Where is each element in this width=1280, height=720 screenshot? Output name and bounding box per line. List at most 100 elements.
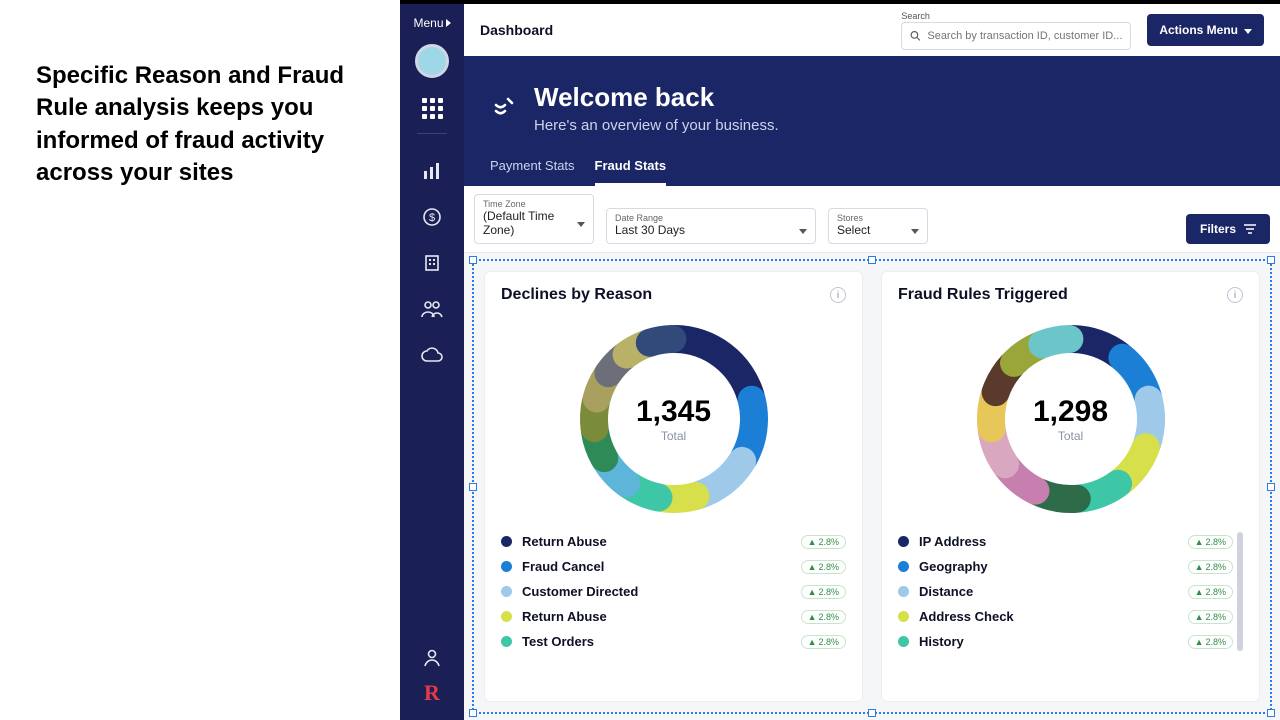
search-icon [910,30,921,42]
tab-payment-stats[interactable]: Payment Stats [490,152,575,186]
selection-handle[interactable] [469,483,477,491]
legend-row: Return Abuse▲2.8% [501,532,846,551]
svg-text:$: $ [429,212,435,224]
cloud-icon[interactable] [421,344,443,366]
actions-menu-label: Actions Menu [1159,23,1238,37]
legend-label: Address Check [919,609,1014,624]
legend-row: Test Orders ▲2.8% [501,632,846,651]
legend-row: Geography▲2.8% [898,557,1233,576]
page-title: Dashboard [480,22,553,38]
filters-button-label: Filters [1200,222,1236,236]
wave-icon [490,93,520,123]
date-range-select[interactable]: Date Range Last 30 Days [606,208,816,244]
stores-value: Select [837,223,870,237]
selection-handle[interactable] [1267,709,1275,717]
delta-badge: ▲2.8% [801,610,846,624]
legend-dot-icon [501,536,512,547]
caption-column: Specific Reason and Fraud Rule analysis … [0,0,400,720]
legend-label: Fraud Cancel [522,559,604,574]
main-area: Dashboard Search Actions Menu [464,4,1280,720]
hero-subtitle: Here's an overview of your business. [534,117,779,134]
donut-chart: 1,298 Total [966,314,1176,524]
avatar[interactable] [415,44,449,78]
delta-badge: ▲2.8% [1188,610,1233,624]
selection-frame: Declines by Reason i 1,345 Total Return … [472,259,1272,714]
card-fraud-rules-triggered: Fraud Rules Triggered i 1,298 Total IP A… [881,271,1260,702]
hero-title: Welcome back [534,82,779,113]
delta-badge: ▲2.8% [801,560,846,574]
actions-menu-button[interactable]: Actions Menu [1147,14,1264,46]
search-box[interactable] [901,22,1131,50]
legend: Return Abuse▲2.8%Fraud Cancel▲2.8%Custom… [501,532,846,651]
scrollbar[interactable] [1237,532,1243,651]
date-range-value: Last 30 Days [615,223,685,237]
delta-badge: ▲2.8% [1188,535,1233,549]
legend-dot-icon [898,586,909,597]
chevron-down-icon [911,223,919,237]
tab-fraud-stats[interactable]: Fraud Stats [595,152,667,186]
delta-badge: ▲2.8% [801,635,846,649]
search-label: Search [901,11,1131,21]
selection-handle[interactable] [1267,256,1275,264]
topbar: Dashboard Search Actions Menu [464,4,1280,56]
legend-row: Customer Directed ▲2.8% [501,582,846,601]
time-zone-value: (Default Time Zone) [483,209,563,237]
donut-chart: 1,345 Total [569,314,779,524]
dollar-icon[interactable]: $ [421,206,443,228]
delta-badge: ▲2.8% [1188,560,1233,574]
brand-logo-icon: R [424,680,440,706]
users-icon[interactable] [421,298,443,320]
sidebar: Menu $ [400,4,464,720]
legend-dot-icon [501,586,512,597]
legend-row: IP Address ▲2.8% [898,532,1233,551]
selection-handle[interactable] [868,709,876,717]
delta-badge: ▲2.8% [1188,635,1233,649]
menu-toggle[interactable]: Menu [413,16,450,30]
filter-row: Time Zone (Default Time Zone) Date Range… [464,186,1280,253]
caption-text: Specific Reason and Fraud Rule analysis … [36,60,370,190]
selection-handle[interactable] [868,256,876,264]
donut-total-value: 1,345 [636,395,711,429]
filters-button[interactable]: Filters [1186,214,1270,244]
date-range-label: Date Range [615,213,807,223]
legend-label: History [919,634,964,649]
card-title: Declines by Reason [501,286,652,304]
legend-dot-icon [501,636,512,647]
selection-handle[interactable] [469,256,477,264]
delta-badge: ▲2.8% [1188,585,1233,599]
bar-chart-icon[interactable] [421,160,443,182]
legend-dot-icon [898,536,909,547]
menu-label-text: Menu [413,16,443,30]
legend-label: Test Orders [522,634,594,649]
stores-select[interactable]: Stores Select [828,208,928,244]
legend-row: Fraud Cancel ▲2.8% [501,557,846,576]
info-icon[interactable]: i [830,287,846,303]
app-window: Menu $ [400,0,1280,720]
legend-dot-icon [898,561,909,572]
selection-handle[interactable] [469,709,477,717]
legend-row: Distance ▲2.8% [898,582,1233,601]
donut-total-value: 1,298 [1033,395,1108,429]
legend-row: Return Abuse▲2.8% [501,607,846,626]
card-title: Fraud Rules Triggered [898,286,1068,304]
info-icon[interactable]: i [1227,287,1243,303]
chevron-down-icon [1244,23,1252,37]
legend-label: IP Address [919,534,986,549]
legend-row: Address Check ▲2.8% [898,607,1233,626]
delta-badge: ▲2.8% [801,585,846,599]
time-zone-label: Time Zone [483,199,585,209]
profile-icon[interactable] [421,646,443,668]
card-declines-by-reason: Declines by Reason i 1,345 Total Return … [484,271,863,702]
selection-handle[interactable] [1267,483,1275,491]
legend-label: Return Abuse [522,534,607,549]
legend-label: Distance [919,584,973,599]
chevron-down-icon [799,223,807,237]
search-input[interactable] [927,30,1122,42]
time-zone-select[interactable]: Time Zone (Default Time Zone) [474,194,594,244]
legend-label: Customer Directed [522,584,638,599]
legend-dot-icon [501,561,512,572]
filter-icon [1244,224,1256,234]
building-icon[interactable] [421,252,443,274]
apps-icon[interactable] [422,98,443,119]
chevron-down-icon [577,216,585,230]
